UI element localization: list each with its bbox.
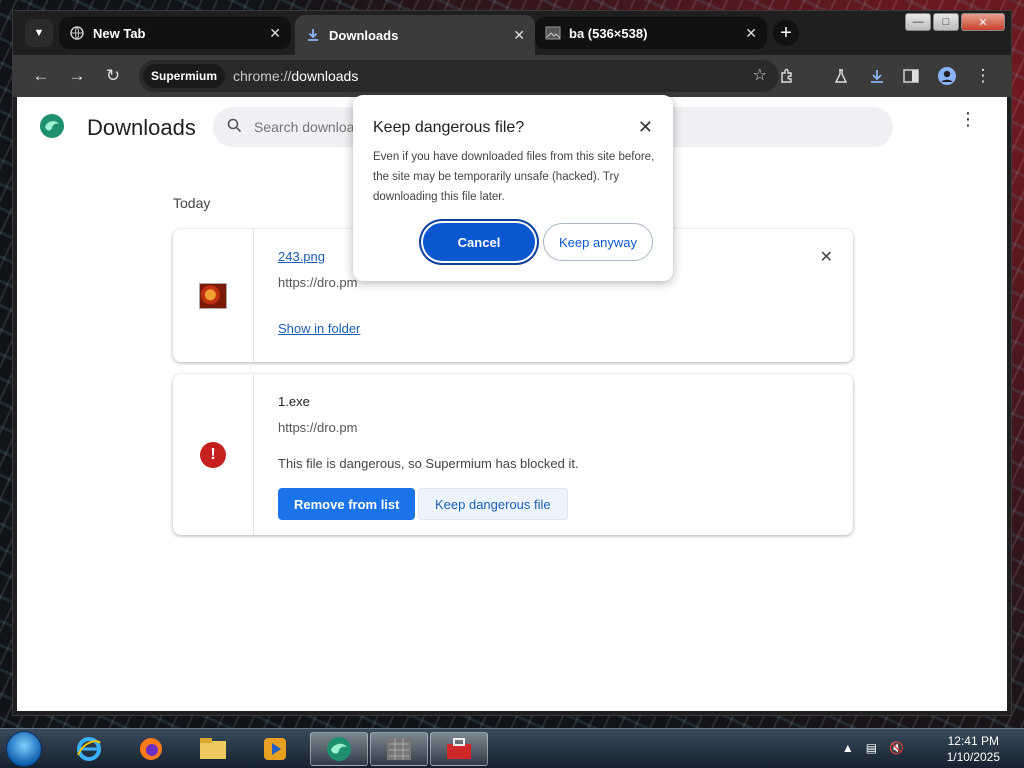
file-source-url: https://dro.pm bbox=[278, 420, 358, 435]
volume-muted-icon[interactable]: 🔇 bbox=[889, 741, 904, 755]
dialog-body-text: Even if you have downloaded files from t… bbox=[373, 151, 655, 203]
taskbar: ▲ ▤ 🔇 12:41 PM 1/10/2025 bbox=[0, 728, 1024, 768]
chevron-down-icon: ▼ bbox=[33, 27, 45, 39]
page-menu-icon[interactable]: ⋮ bbox=[959, 110, 977, 128]
tab-search-button[interactable]: ▼ bbox=[25, 19, 53, 47]
forward-arrow-icon[interactable]: → bbox=[65, 64, 89, 88]
globe-icon bbox=[69, 25, 85, 41]
labs-flask-icon[interactable] bbox=[829, 64, 853, 88]
dialog-close-icon[interactable]: ✕ bbox=[638, 117, 653, 138]
tab-title: ba (536×538) bbox=[569, 25, 648, 41]
page-title: Downloads bbox=[87, 115, 196, 140]
clock-date: 1/10/2025 bbox=[946, 750, 1000, 764]
downloads-logo-icon bbox=[39, 113, 65, 139]
image-file-icon bbox=[199, 282, 227, 309]
network-icon[interactable]: ▤ bbox=[866, 741, 877, 755]
file-explorer-icon[interactable] bbox=[184, 732, 242, 766]
download-item: ! 1.exe https://dro.pm This file is dang… bbox=[173, 374, 853, 535]
image-icon bbox=[545, 25, 561, 41]
date-group-label: Today bbox=[173, 195, 211, 211]
close-icon[interactable]: ✕ bbox=[745, 25, 757, 42]
minimize-button[interactable]: — bbox=[905, 13, 931, 31]
address-bar[interactable]: Supermium chrome://downloads ☆ bbox=[139, 60, 779, 92]
keep-dangerous-file-button[interactable]: Keep dangerous file bbox=[418, 488, 568, 520]
browser-menu-icon[interactable]: ⋮ bbox=[971, 64, 995, 88]
downloads-toolbar-icon[interactable] bbox=[865, 64, 889, 88]
profile-avatar-icon[interactable] bbox=[935, 64, 959, 88]
file-name-link[interactable]: 243.png bbox=[278, 249, 325, 264]
search-icon bbox=[227, 118, 242, 137]
back-arrow-icon[interactable]: ← bbox=[29, 64, 53, 88]
window-controls: — □ ✕ bbox=[905, 13, 1005, 31]
dialog-title: Keep dangerous file? bbox=[373, 119, 525, 136]
dialog-cancel-button[interactable]: Cancel bbox=[423, 223, 535, 261]
show-hidden-icons-icon[interactable]: ▲ bbox=[842, 741, 854, 755]
file-thumbnail-area: ! bbox=[173, 374, 254, 535]
keep-dangerous-dialog: Keep dangerous file? ✕ Even if you have … bbox=[353, 95, 673, 281]
remove-from-list-button[interactable]: Remove from list bbox=[278, 488, 416, 520]
browser-toolbar: ← → ↻ Supermium chrome://downloads ☆ ⋮ bbox=[13, 55, 1011, 97]
close-icon[interactable]: ✕ bbox=[513, 27, 525, 44]
file-source-url: https://dro.pm bbox=[278, 275, 358, 290]
tab-downloads[interactable]: Downloads ✕ bbox=[295, 15, 535, 55]
tab-title: Downloads bbox=[329, 27, 399, 43]
danger-warning-text: This file is dangerous, so Supermium has… bbox=[278, 456, 579, 471]
side-panel-icon[interactable] bbox=[899, 64, 923, 88]
maximize-button[interactable]: □ bbox=[933, 13, 959, 31]
download-icon bbox=[305, 27, 321, 43]
internet-explorer-icon[interactable] bbox=[60, 732, 118, 766]
url-text: chrome://downloads bbox=[233, 68, 359, 84]
tab-image[interactable]: ba (536×538) ✕ bbox=[535, 17, 767, 49]
tab-strip: ▼ New Tab ✕ Downloads ✕ ba (536×538) ✕ + bbox=[13, 11, 1011, 55]
system-tray: ▲ ▤ 🔇 bbox=[842, 741, 904, 755]
window-close-button[interactable]: ✕ bbox=[961, 13, 1005, 31]
dialog-keep-anyway-button[interactable]: Keep anyway bbox=[543, 223, 653, 261]
tab-new-tab[interactable]: New Tab ✕ bbox=[59, 17, 291, 49]
file-thumbnail-area bbox=[173, 229, 254, 362]
reload-icon[interactable]: ↻ bbox=[101, 64, 125, 88]
clock-time: 12:41 PM bbox=[947, 734, 999, 748]
terminal-app-icon[interactable] bbox=[370, 732, 428, 766]
danger-alert-icon: ! bbox=[200, 441, 226, 468]
browser-window: ▼ New Tab ✕ Downloads ✕ ba (536×538) ✕ + bbox=[12, 10, 1012, 716]
file-name: 1.exe bbox=[278, 394, 310, 409]
firefox-icon[interactable] bbox=[122, 732, 180, 766]
close-icon[interactable]: ✕ bbox=[269, 25, 281, 42]
remove-item-close-icon[interactable]: ✕ bbox=[820, 247, 833, 267]
show-in-folder-link[interactable]: Show in folder bbox=[278, 321, 360, 336]
toolbox-app-icon[interactable] bbox=[430, 732, 488, 766]
media-player-icon[interactable] bbox=[246, 732, 304, 766]
taskbar-clock[interactable]: 12:41 PM 1/10/2025 bbox=[947, 733, 1000, 765]
supermium-taskbar-icon[interactable] bbox=[310, 732, 368, 766]
extensions-icon[interactable] bbox=[775, 64, 799, 88]
bookmark-star-icon[interactable]: ☆ bbox=[753, 65, 767, 85]
site-chip[interactable]: Supermium bbox=[143, 64, 226, 88]
tab-title: New Tab bbox=[93, 25, 146, 41]
new-tab-button[interactable]: + bbox=[773, 20, 799, 46]
start-button[interactable] bbox=[6, 731, 42, 767]
